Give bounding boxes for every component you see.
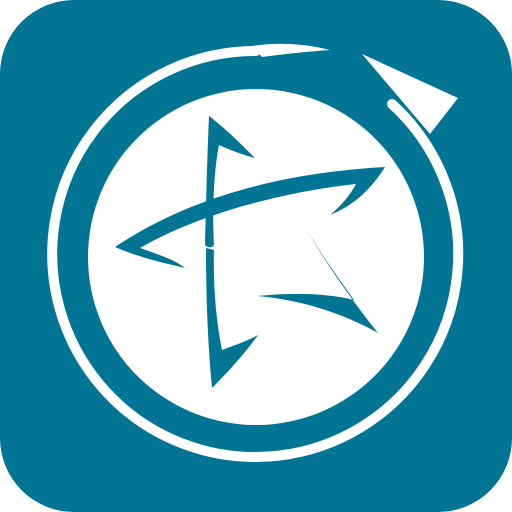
app-icon[interactable]: [0, 0, 512, 512]
compass-disc: [88, 89, 424, 425]
